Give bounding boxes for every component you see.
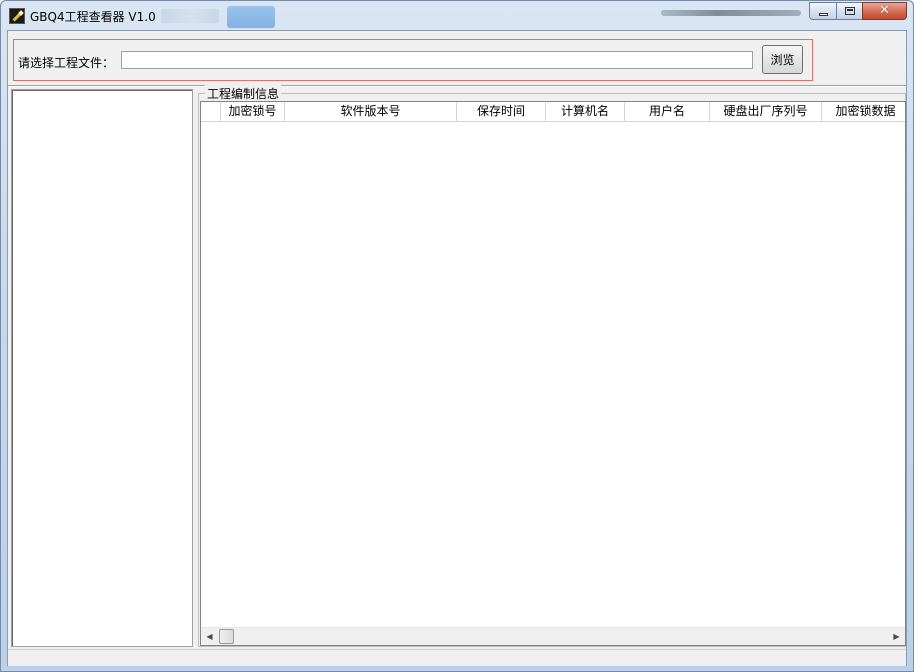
maximize-icon bbox=[845, 7, 855, 15]
browse-button[interactable]: 浏览 bbox=[762, 45, 803, 74]
window-title: GBQ4工程查看器 V1.0 bbox=[30, 10, 156, 24]
scroll-left-icon[interactable]: ◀ bbox=[201, 628, 218, 645]
file-select-panel: 请选择工程文件： 浏览 bbox=[13, 39, 813, 81]
maximize-button[interactable] bbox=[836, 2, 862, 20]
title-bar-background-blur bbox=[161, 9, 219, 23]
status-bar bbox=[8, 649, 906, 666]
title-bar-background-blur bbox=[661, 10, 801, 16]
caption-buttons: ✕ bbox=[809, 2, 907, 20]
minimize-icon bbox=[819, 13, 828, 16]
scrollbar-thumb[interactable] bbox=[219, 629, 234, 644]
close-icon: ✕ bbox=[879, 3, 890, 18]
column-header-computer-name[interactable]: 计算机名 bbox=[546, 102, 625, 122]
title-bar[interactable]: GBQ4工程查看器 V1.0 ✕ bbox=[1, 1, 913, 30]
project-tree-panel[interactable] bbox=[11, 89, 193, 647]
project-info-table[interactable]: 加密锁号 软件版本号 保存时间 计算机名 用户名 硬盘出厂序列号 加密锁数据 ◀… bbox=[200, 101, 906, 646]
file-select-label: 请选择工程文件： bbox=[18, 56, 115, 70]
column-header-software-version[interactable]: 软件版本号 bbox=[285, 102, 457, 122]
column-header-lock-data[interactable]: 加密锁数据 bbox=[822, 102, 905, 122]
app-window: GBQ4工程查看器 V1.0 ✕ 请选择工程文件： 浏览 工程编制信息 加密锁号… bbox=[0, 0, 914, 672]
project-info-group-title: 工程编制信息 bbox=[205, 85, 282, 102]
minimize-button[interactable] bbox=[809, 2, 836, 20]
column-header-lock-id[interactable]: 加密锁号 bbox=[221, 102, 285, 122]
column-header-disk-serial[interactable]: 硬盘出厂序列号 bbox=[710, 102, 822, 122]
horizontal-scrollbar[interactable]: ◀ ▶ bbox=[201, 627, 905, 645]
scroll-right-icon[interactable]: ▶ bbox=[888, 628, 905, 645]
column-header-save-time[interactable]: 保存时间 bbox=[457, 102, 546, 122]
client-area: 请选择工程文件： 浏览 工程编制信息 加密锁号 软件版本号 保存时间 计算机名 … bbox=[7, 30, 907, 666]
pen-icon bbox=[9, 8, 25, 24]
separator bbox=[8, 85, 906, 87]
column-header-indicator[interactable] bbox=[201, 102, 221, 122]
file-path-input[interactable] bbox=[121, 51, 753, 69]
column-header-user-name[interactable]: 用户名 bbox=[625, 102, 710, 122]
close-button[interactable]: ✕ bbox=[862, 2, 907, 20]
table-header: 加密锁号 软件版本号 保存时间 计算机名 用户名 硬盘出厂序列号 加密锁数据 bbox=[201, 102, 905, 122]
title-bar-background-blur bbox=[227, 6, 275, 28]
